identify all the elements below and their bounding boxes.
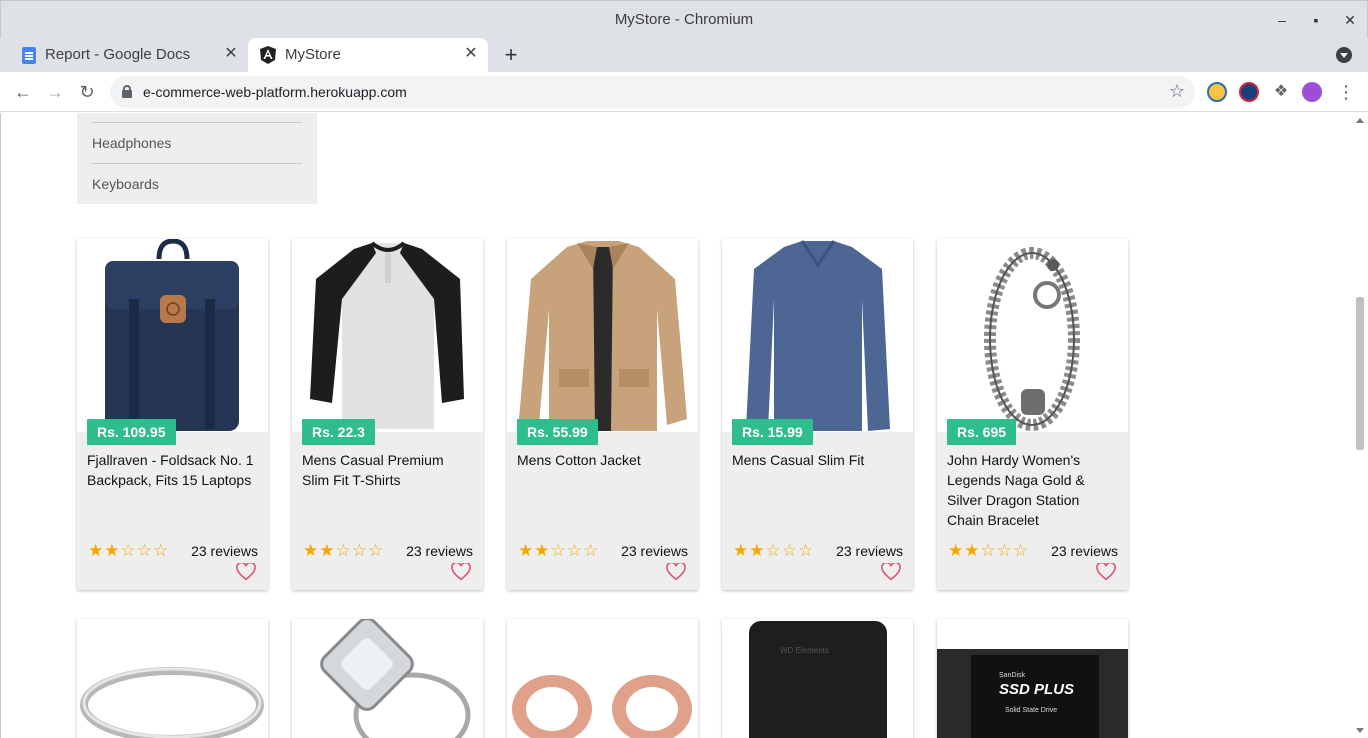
star-rating: ★★☆☆☆	[948, 541, 1030, 560]
product-card[interactable]	[77, 619, 268, 738]
ssd-title-label: SSD PLUS	[999, 681, 1074, 698]
lock-icon[interactable]	[122, 85, 132, 98]
product-card[interactable]: SanDisk SSD PLUS Solid State Drive	[937, 619, 1128, 738]
browser-toolbar: ← → ↻ e-commerce-web-platform.herokuapp.…	[0, 72, 1368, 112]
price-badge: Rs. 109.95	[87, 419, 176, 445]
review-count[interactable]: 23 reviews	[406, 543, 473, 559]
star-rating: ★★☆☆☆	[88, 541, 170, 560]
tab-google-docs[interactable]: Report - Google Docs ✕	[8, 38, 248, 72]
close-window-icon[interactable]: ✕	[1338, 9, 1362, 31]
ssd-brand-label: SanDisk	[999, 672, 1026, 679]
profile-avatar-icon[interactable]	[1302, 82, 1322, 102]
star-rating: ★★☆☆☆	[733, 541, 815, 560]
product-image[interactable]	[507, 619, 698, 738]
new-tab-button[interactable]: +	[498, 42, 524, 68]
back-icon[interactable]: ←	[11, 80, 35, 104]
product-name[interactable]: Mens Cotton Jacket	[517, 450, 689, 470]
price-badge: Rs. 22.3	[302, 419, 375, 445]
extension-icon[interactable]	[1239, 82, 1259, 102]
tab-search-icon[interactable]	[1336, 47, 1352, 63]
tab-label: Report - Google Docs	[45, 46, 191, 63]
close-tab-icon[interactable]: ✕	[222, 45, 240, 63]
product-image[interactable]	[937, 239, 1128, 432]
maximize-icon[interactable]: ▪	[1304, 9, 1328, 31]
close-tab-icon[interactable]: ✕	[462, 45, 480, 63]
product-card[interactable]: Rs. 15.99 Mens Casual Slim Fit ★★☆☆☆ 23 …	[722, 239, 913, 590]
forward-icon[interactable]: →	[43, 80, 67, 104]
star-rating: ★★☆☆☆	[303, 541, 385, 560]
bookmark-star-icon[interactable]: ☆	[1169, 81, 1185, 102]
product-card[interactable]: Rs. 22.3 Mens Casual Premium Slim Fit T-…	[292, 239, 483, 590]
product-name[interactable]: Mens Casual Premium Slim Fit T-Shirts	[302, 450, 474, 490]
product-image[interactable]	[292, 619, 483, 738]
scroll-down-icon[interactable]	[1356, 728, 1364, 733]
ssd-sub-label: Solid State Drive	[1005, 707, 1057, 714]
divider	[92, 122, 302, 123]
page-content: Headphones Keyboards Rs. 109.95 Fjallrav…	[0, 113, 1368, 738]
category-item-headphones[interactable]: Headphones	[92, 135, 171, 151]
reload-icon[interactable]: ↻	[75, 80, 99, 104]
product-name[interactable]: John Hardy Women's Legends Naga Gold & S…	[947, 450, 1119, 530]
heart-icon[interactable]	[451, 563, 471, 581]
product-card[interactable]: Rs. 695 John Hardy Women's Legends Naga …	[937, 239, 1128, 590]
url-text[interactable]: e-commerce-web-platform.herokuapp.com	[143, 84, 407, 100]
address-bar[interactable]: e-commerce-web-platform.herokuapp.com ☆	[110, 76, 1195, 108]
product-image[interactable]	[77, 239, 268, 432]
menu-dots-icon[interactable]: ⋮	[1334, 80, 1358, 104]
product-image[interactable]	[77, 619, 268, 738]
product-image[interactable]	[722, 239, 913, 432]
heart-icon[interactable]	[666, 563, 686, 581]
angular-icon	[260, 46, 276, 64]
price-badge: Rs. 15.99	[732, 419, 813, 445]
review-count[interactable]: 23 reviews	[836, 543, 903, 559]
product-image[interactable]	[507, 239, 698, 432]
tab-label: MyStore	[285, 46, 341, 63]
product-card[interactable]: Rs. 55.99 Mens Cotton Jacket ★★☆☆☆ 23 re…	[507, 239, 698, 590]
page-scrollbar[interactable]	[1352, 113, 1368, 738]
tab-mystore[interactable]: MyStore ✕	[248, 38, 488, 72]
review-count[interactable]: 23 reviews	[1051, 543, 1118, 559]
review-count[interactable]: 23 reviews	[621, 543, 688, 559]
divider	[92, 163, 302, 164]
heart-icon[interactable]	[236, 563, 256, 581]
hdd-brand-label: WD Elements	[780, 646, 829, 655]
product-card[interactable]: WD Elements	[722, 619, 913, 738]
price-badge: Rs. 55.99	[517, 419, 598, 445]
product-card[interactable]	[292, 619, 483, 738]
review-count[interactable]: 23 reviews	[191, 543, 258, 559]
product-card[interactable]: Rs. 109.95 Fjallraven - Foldsack No. 1 B…	[77, 239, 268, 590]
scroll-up-icon[interactable]	[1356, 118, 1364, 123]
minimize-icon[interactable]: –	[1270, 9, 1294, 31]
category-item-keyboards[interactable]: Keyboards	[92, 176, 159, 192]
tab-strip: Report - Google Docs ✕ MyStore ✕ +	[0, 38, 1368, 72]
product-name[interactable]: Mens Casual Slim Fit	[732, 450, 904, 470]
extensions-puzzle-icon[interactable]: ❖	[1269, 80, 1293, 104]
price-badge: Rs. 695	[947, 419, 1017, 445]
product-card[interactable]	[507, 619, 698, 738]
product-name[interactable]: Fjallraven - Foldsack No. 1 Backpack, Fi…	[87, 450, 259, 490]
star-rating: ★★☆☆☆	[518, 541, 600, 560]
scrollbar-thumb[interactable]	[1356, 297, 1364, 450]
heart-icon[interactable]	[881, 563, 901, 581]
google-docs-icon	[22, 47, 36, 64]
window-title: MyStore - Chromium	[614, 11, 754, 28]
extension-icon[interactable]	[1207, 82, 1227, 102]
product-image[interactable]	[292, 239, 483, 432]
product-image[interactable]: SanDisk SSD PLUS Solid State Drive	[937, 619, 1128, 738]
category-panel: Headphones Keyboards	[77, 113, 317, 204]
heart-icon[interactable]	[1096, 563, 1116, 581]
window-titlebar: MyStore - Chromium – ▪ ✕	[0, 0, 1368, 38]
product-image[interactable]: WD Elements	[722, 619, 913, 738]
